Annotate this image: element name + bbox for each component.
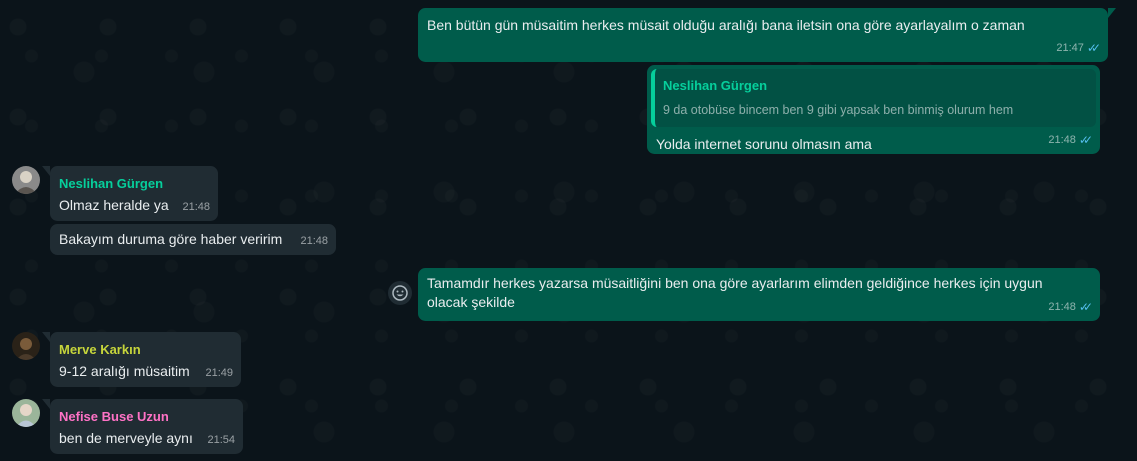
message-text: Yolda internet sorunu olmasın ama [656,136,872,152]
quoted-sender: Neslihan Gürgen [663,78,768,93]
avatar-nefise[interactable] [12,399,40,427]
incoming-message[interactable]: Nefise Buse Uzun ben de merveyle aynı 21… [42,399,243,454]
message-meta: 21:48 ✓✓ [1048,131,1093,150]
message-time: 21:48 [300,235,328,247]
incoming-message[interactable]: Merve Karkın 9-12 aralığı müsaitim 21:49 [42,332,241,387]
outgoing-message[interactable]: Tamamdır herkes yazarsa müsaitliğini ben… [418,268,1100,321]
message-time: 21:48 [182,201,210,213]
outgoing-message[interactable]: Ben bütün gün müsaitim herkes müsait old… [418,8,1116,62]
message-time: 21:54 [207,434,235,446]
message-meta: 21:54 [207,431,235,450]
message-meta: 21:47 ✓✓ [1056,39,1101,58]
message-text: Bakayım duruma göre haber veririm [59,231,283,247]
incoming-message[interactable]: Bakayım duruma göre haber veririm 21:48 [50,224,336,255]
double-check-icon: ✓✓ [1078,300,1093,314]
avatar-merve[interactable] [12,332,40,360]
quoted-text: 9 da otobüse bincem ben 9 gibi yapsak be… [663,103,1014,117]
outgoing-reply-message[interactable]: Neslihan Gürgen 9 da otobüse bincem ben … [647,65,1100,154]
message-meta: 21:48 ✓✓ [1048,298,1093,317]
sender-name[interactable]: Merve Karkın [59,340,232,359]
sender-name[interactable]: Neslihan Gürgen [59,174,209,193]
message-text: Tamamdır herkes yazarsa müsaitliğini ben… [427,275,1043,310]
message-meta: 21:48 [300,232,328,251]
double-check-icon: ✓✓ [1078,133,1093,147]
message-time: 21:48 [1048,301,1076,313]
message-time: 21:49 [205,367,233,379]
message-meta: 21:48 [182,198,210,217]
avatar-neslihan[interactable] [12,166,40,194]
emoji-icon[interactable] [388,281,412,305]
incoming-message[interactable]: Neslihan Gürgen Olmaz heralde ya 21:48 [42,166,218,221]
message-text: Ben bütün gün müsaitim herkes müsait old… [427,17,1025,33]
message-time: 21:47 [1056,42,1084,54]
message-time: 21:48 [1048,134,1076,146]
double-check-icon: ✓✓ [1086,41,1101,55]
sender-name[interactable]: Nefise Buse Uzun [59,407,234,426]
message-meta: 21:49 [205,364,233,383]
quoted-message[interactable]: Neslihan Gürgen 9 da otobüse bincem ben … [651,69,1096,127]
